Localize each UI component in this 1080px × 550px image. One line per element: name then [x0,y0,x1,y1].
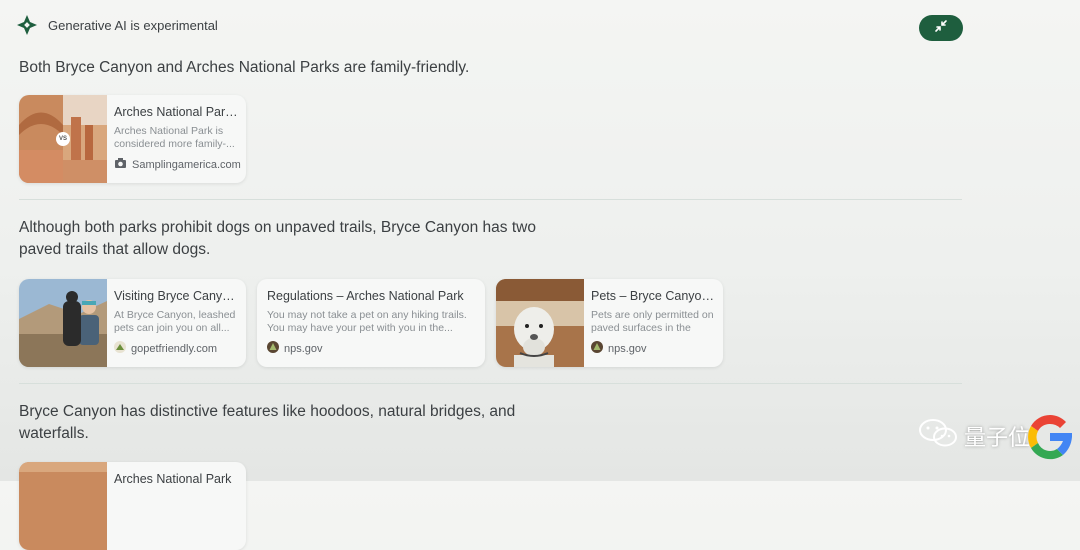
arches-thumbnail [19,462,107,550]
paw-favicon [114,341,126,356]
collapse-arrows-icon [934,19,948,38]
source-domain: nps.gov [284,342,323,355]
statement-line: Bryce Canyon has distinctive features li… [19,403,516,420]
nps-arrowhead-favicon [267,341,279,356]
card-snippet: Arches National Park is considered more … [114,125,235,150]
card-snippet: Pets are only permitted on paved surface… [591,309,714,334]
statement-features: Bryce Canyon has distinctive features li… [19,401,579,445]
watermark: 量子位 [918,418,1030,453]
source-domain: gopetfriendly.com [131,342,218,355]
collapse-button[interactable] [919,15,963,41]
card-snippet: At Bryce Canyon, leashed pets can join y… [114,309,236,334]
source-card[interactable]: Regulations – Arches National Park You m… [257,279,485,367]
wechat-icon [918,418,958,453]
vs-badge: VS [56,132,70,146]
hiker-with-dog-thumbnail [19,279,107,367]
generative-ai-sparkle-icon [16,14,38,36]
source-domain: Samplingamerica.com [132,158,241,171]
card-title: Arches National Park [114,472,232,486]
source-card[interactable]: VS Arches National Park... Arches Nation… [19,95,246,183]
card-title: Visiting Bryce Canyo... [114,289,238,303]
card-source: nps.gov [591,341,715,356]
statement-family-friendly: Both Bryce Canyon and Arches National Pa… [19,59,470,76]
statement-line: Although both parks prohibit dogs on unp… [19,219,536,236]
camera-favicon [114,157,127,172]
card-title: Arches National Park... [114,105,238,119]
statement-line: waterfalls. [19,425,89,442]
section-divider [19,199,962,200]
statement-dogs: Although both parks prohibit dogs on unp… [19,217,579,261]
nps-arrowhead-favicon [591,341,603,356]
source-card[interactable]: Arches National Park [19,462,246,550]
card-title: Regulations – Arches National Park [267,289,464,303]
card-source: nps.gov [267,341,477,356]
watermark-text: 量子位 [964,425,1031,451]
section-divider [19,383,962,384]
ai-header: Generative AI is experimental [16,14,218,36]
google-g-icon [1023,410,1077,469]
statement-line: paved trails that allow dogs. [19,241,211,258]
experimental-label: Generative AI is experimental [48,17,218,33]
arches-vs-bryce-thumbnail: VS [19,95,107,183]
source-card[interactable]: Visiting Bryce Canyo... At Bryce Canyon,… [19,279,246,367]
card-source: gopetfriendly.com [114,341,238,356]
source-domain: nps.gov [608,342,647,355]
card-title: Pets – Bryce Canyon... [591,289,715,303]
card-snippet: You may not take a pet on any hiking tra… [267,309,467,334]
source-card[interactable]: Pets – Bryce Canyon... Pets are only per… [496,279,723,367]
card-source: Samplingamerica.com [114,157,241,172]
white-dog-thumbnail [496,279,584,367]
